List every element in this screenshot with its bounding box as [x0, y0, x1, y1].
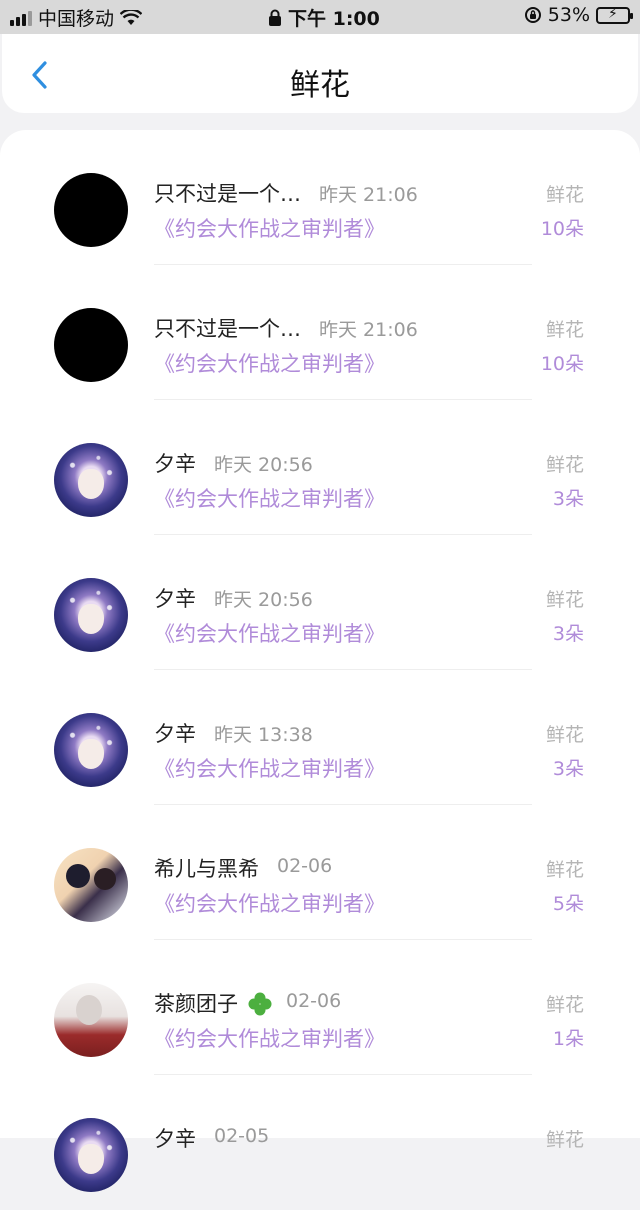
gift-count: 10朵 [540, 353, 584, 375]
send-time: 昨天 20:56 [214, 454, 313, 476]
gift-source-link[interactable]: 《约会大作战之审判者》 [154, 348, 385, 378]
gift-count: 10朵 [540, 218, 584, 240]
sender-name: 茶颜团子 [154, 992, 238, 1016]
gift-count: 3朵 [552, 488, 584, 510]
send-time: 02-05 [214, 1125, 270, 1147]
battery-icon: ⚡ [596, 5, 633, 24]
gift-source-link[interactable]: 《约会大作战之审判者》 [154, 213, 385, 243]
status-bar: 中国移动 下午 1:00 53% ⚡ [0, 0, 640, 34]
avatar[interactable] [54, 308, 128, 382]
send-time: 02-06 [286, 990, 342, 1012]
gift-kind: 鲜花 [545, 589, 584, 611]
gift-source-link[interactable]: 《约会大作战之审判者》 [154, 618, 385, 648]
page-title: 鲜花 [290, 68, 350, 103]
wifi-icon [120, 9, 143, 25]
sender-name: 希儿与黑希 [154, 857, 259, 881]
gift-count: 1朵 [552, 1028, 584, 1050]
nav-bar: 鲜花 [2, 34, 638, 113]
lock-icon [269, 9, 281, 26]
orientation-lock-icon [524, 7, 541, 23]
gift-kind: 鲜花 [545, 1129, 584, 1151]
send-time: 昨天 13:38 [214, 724, 313, 746]
send-time: 昨天 21:06 [319, 319, 418, 341]
send-time: 昨天 20:56 [214, 589, 313, 611]
status-right: 53% ⚡ [524, 4, 633, 26]
sender-name: 夕辛 [154, 587, 196, 611]
avatar[interactable] [54, 1118, 128, 1192]
gift-kind: 鲜花 [545, 724, 584, 746]
gift-count: 3朵 [552, 758, 584, 780]
gift-kind: 鲜花 [545, 319, 584, 341]
gift-kind: 鲜花 [545, 859, 584, 881]
charging-bolt-icon: ⚡ [608, 5, 618, 22]
gift-record-list: 只不过是一个… 昨天 21:06 《约会大作战之审判者》 鲜花 10朵 只不过是一个… 昨天… [0, 130, 640, 1192]
status-left: 中国移动 [10, 4, 143, 31]
gift-count: 3朵 [552, 623, 584, 645]
cellular-signal-icon [10, 10, 32, 26]
status-center: 下午 1:00 [268, 4, 380, 31]
avatar[interactable] [54, 578, 128, 652]
send-time: 02-06 [277, 855, 333, 877]
avatar[interactable] [54, 173, 128, 247]
list-item[interactable]: 只不过是一个… 昨天 21:06 《约会大作战之审判者》 鲜花 10朵 [0, 130, 640, 265]
list-item[interactable]: 夕辛 02-05 鲜花 [0, 1075, 640, 1210]
send-time: 昨天 21:06 [319, 184, 418, 206]
gift-kind: 鲜花 [545, 454, 584, 476]
gift-kind: 鲜花 [545, 994, 584, 1016]
avatar[interactable] [54, 848, 128, 922]
list-item[interactable]: 希儿与黑希 02-06 《约会大作战之审判者》 鲜花 5朵 [0, 805, 640, 940]
list-item[interactable]: 夕辛 昨天 20:56 《约会大作战之审判者》 鲜花 3朵 [0, 535, 640, 670]
list-item[interactable]: 夕辛 昨天 20:56 《约会大作战之审判者》 鲜花 3朵 [0, 400, 640, 535]
list-item[interactable]: 茶颜团子 02-06 《约会大作战之审判者》 鲜花 1朵 [0, 940, 640, 1075]
list-item[interactable]: 夕辛 昨天 13:38 《约会大作战之审判者》 鲜花 3朵 [0, 670, 640, 805]
list-item[interactable]: 只不过是一个… 昨天 21:06 《约会大作战之审判者》 鲜花 10朵 [0, 265, 640, 400]
gift-kind: 鲜花 [545, 184, 584, 206]
gift-source-link[interactable]: 《约会大作战之审判者》 [154, 753, 385, 783]
avatar[interactable] [54, 713, 128, 787]
gift-source-link[interactable]: 《约会大作战之审判者》 [154, 483, 385, 513]
sender-name: 夕辛 [154, 452, 196, 476]
sender-name: 夕辛 [154, 1127, 196, 1151]
gift-source-link[interactable]: 《约会大作战之审判者》 [154, 888, 385, 918]
sender-name: 只不过是一个… [154, 317, 301, 341]
gift-source-link[interactable]: 《约会大作战之审判者》 [154, 1023, 385, 1053]
clock: 下午 1:00 [288, 8, 380, 30]
gift-count: 5朵 [552, 893, 584, 915]
battery-percent: 53% [547, 4, 590, 26]
sender-name: 只不过是一个… [154, 182, 301, 206]
avatar[interactable] [54, 983, 128, 1057]
four-leaf-clover-icon [248, 992, 272, 1016]
sender-name: 夕辛 [154, 722, 196, 746]
carrier-label: 中国移动 [38, 8, 115, 30]
avatar[interactable] [54, 443, 128, 517]
